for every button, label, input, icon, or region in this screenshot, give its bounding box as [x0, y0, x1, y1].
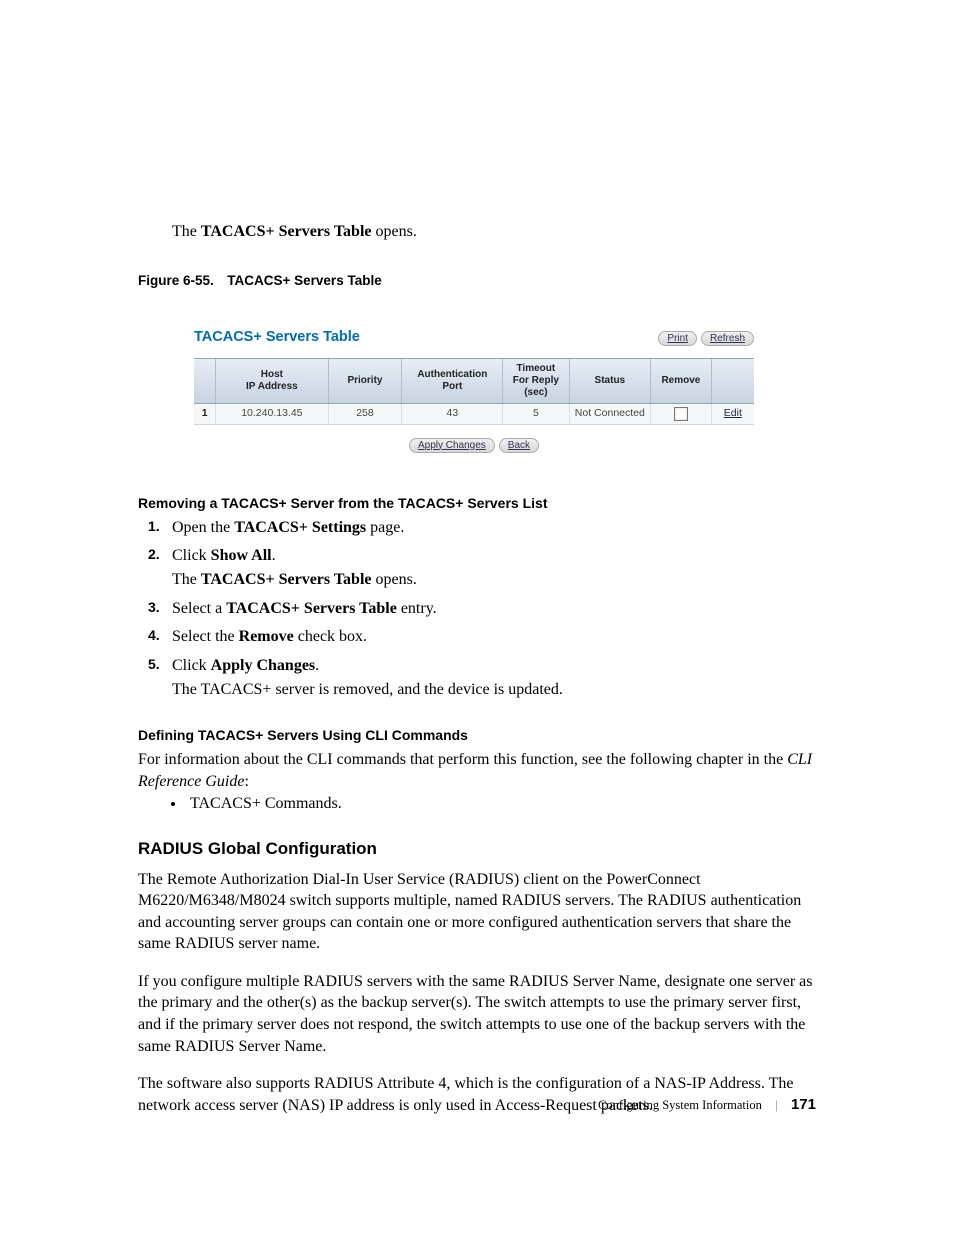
intro-pre: The — [172, 223, 201, 240]
refresh-button[interactable]: Refresh — [701, 331, 754, 346]
header-status: Status — [570, 359, 652, 403]
step-5: 5. Click Apply Changes. The TACACS+ serv… — [172, 655, 816, 702]
screenshot-figure: TACACS+ Servers Table Print Refresh Host… — [194, 328, 754, 453]
radius-p2: If you configure multiple RADIUS servers… — [138, 971, 816, 1057]
defining-bullet-1: TACACS+ Commands. — [186, 795, 816, 813]
row-priority: 258 — [329, 404, 403, 424]
header-priority: Priority — [329, 359, 403, 403]
step-2: 2. Click Show All. The TACACS+ Servers T… — [172, 545, 816, 592]
intro-bold: TACACS+ Servers Table — [201, 223, 372, 240]
defining-heading: Defining TACACS+ Servers Using CLI Comma… — [138, 727, 816, 743]
table-row: 1 10.240.13.45 258 43 5 Not Connected Ed… — [194, 404, 754, 425]
step-4: 4. Select the Remove check box. — [172, 626, 816, 648]
edit-link[interactable]: Edit — [712, 404, 754, 424]
intro-post: opens. — [371, 223, 416, 240]
footer-divider: | — [765, 1097, 788, 1112]
step-3: 3. Select a TACACS+ Servers Table entry. — [172, 598, 816, 620]
row-timeout: 5 — [503, 404, 569, 424]
row-remove-cell — [651, 404, 712, 424]
header-remove: Remove — [651, 359, 712, 403]
table-header-row: HostIP Address Priority AuthenticationPo… — [194, 358, 754, 404]
page-footer: Configuring System Information | 171 — [598, 1096, 816, 1113]
figure-caption: Figure 6-55. TACACS+ Servers Table — [138, 273, 816, 288]
steps-list: 1. Open the TACACS+ Settings page. 2. Cl… — [172, 517, 816, 702]
apply-changes-button[interactable]: Apply Changes — [409, 438, 495, 453]
row-authport: 43 — [402, 404, 503, 424]
header-edit — [712, 359, 754, 403]
defining-paragraph: For information about the CLI commands t… — [138, 749, 816, 792]
step-1: 1. Open the TACACS+ Settings page. — [172, 517, 816, 539]
row-host: 10.240.13.45 — [216, 404, 328, 424]
radius-heading: RADIUS Global Configuration — [138, 839, 816, 859]
header-host: HostIP Address — [216, 359, 328, 403]
defining-bullets: TACACS+ Commands. — [186, 795, 816, 813]
screenshot-title: TACACS+ Servers Table — [194, 329, 360, 345]
removing-heading: Removing a TACACS+ Server from the TACAC… — [138, 495, 816, 511]
row-status: Not Connected — [570, 404, 652, 424]
header-auth-port: AuthenticationPort — [402, 359, 503, 403]
radius-p1: The Remote Authorization Dial-In User Se… — [138, 869, 816, 955]
print-button[interactable]: Print — [658, 331, 697, 346]
row-index: 1 — [194, 404, 216, 424]
footer-page-number: 171 — [791, 1096, 816, 1113]
intro-paragraph: The TACACS+ Servers Table opens. — [138, 0, 816, 243]
header-index — [194, 359, 216, 403]
header-timeout: TimeoutFor Reply(sec) — [503, 359, 569, 403]
back-button[interactable]: Back — [499, 438, 539, 453]
remove-checkbox[interactable] — [674, 407, 688, 421]
footer-section: Configuring System Information — [598, 1098, 762, 1112]
